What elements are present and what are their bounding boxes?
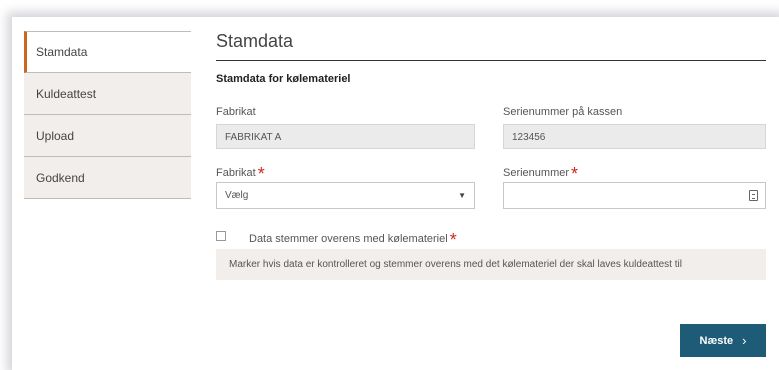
serienummer-readonly-label: Serienummer på kassen [503,106,623,118]
dropdown-arrow-icon: ▼ [458,191,466,200]
next-button[interactable]: Næste › [680,324,766,357]
input-helper-icon [749,190,758,201]
confirm-label[interactable]: Data stemmer overens med kølemateriel * [249,226,457,250]
fabrikat-readonly-value: FABRIKAT A [225,132,282,143]
required-mark: * [257,164,265,184]
serienummer-label: Serienummer * [503,160,579,184]
fabrikat-select-value: Vælg [225,190,249,201]
fabrikat-label: Fabrikat * [216,160,265,184]
confirm-label-text: Data stemmer overens med kølemateriel [249,233,448,245]
chevron-right-icon: › [742,333,747,348]
fabrikat-readonly-field: FABRIKAT A [216,124,475,149]
sidebar-nav: Stamdata Kuldeattest Upload Godkend [24,31,191,199]
sidebar-item-stamdata[interactable]: Stamdata [24,31,191,73]
serienummer-label-text: Serienummer [503,167,570,179]
section-title: Stamdata for kølemateriel [216,73,351,85]
sidebar-item-label: Kuldeattest [36,86,97,101]
sidebar-item-label: Godkend [36,170,85,185]
main-content: Stamdata Stamdata for kølemateriel [216,28,766,85]
fabrikat-label-text: Fabrikat [216,167,256,179]
fabrikat-readonly-label: Fabrikat [216,106,256,118]
help-text: Marker hvis data er kontrolleret og stem… [229,259,682,270]
serienummer-readonly-value: 123456 [512,132,546,143]
fabrikat-select[interactable]: Vælg ▼ [216,182,475,209]
sidebar-item-godkend[interactable]: Godkend [24,157,191,199]
serienummer-readonly-field: 123456 [503,124,766,149]
sidebar-item-upload[interactable]: Upload [24,115,191,157]
sidebar-item-label: Upload [36,128,75,143]
serienummer-input[interactable] [503,182,766,209]
required-mark: * [571,164,579,184]
help-text-box: Marker hvis data er kontrolleret og stem… [216,249,766,280]
page-title: Stamdata [216,28,766,61]
required-mark: * [449,230,457,250]
next-button-label: Næste [699,334,734,347]
sidebar-item-label: Stamdata [36,45,88,59]
sidebar-item-kuldeattest[interactable]: Kuldeattest [24,73,191,115]
confirm-checkbox[interactable] [216,231,226,241]
